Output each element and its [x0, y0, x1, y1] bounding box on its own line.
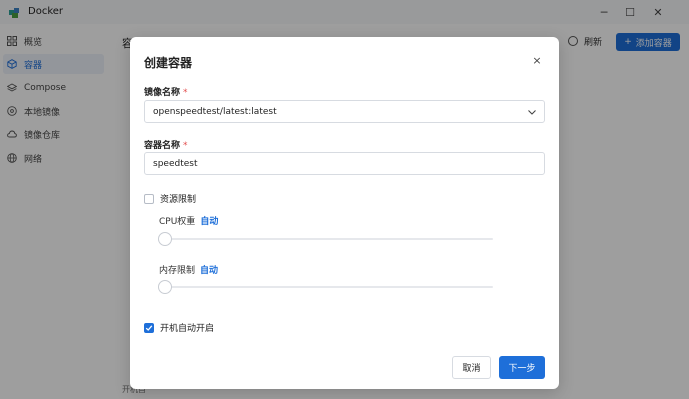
- required-mark: *: [183, 88, 188, 98]
- memory-limit-slider[interactable]: [160, 286, 493, 288]
- memory-limit-label-text: 内存限制: [159, 266, 196, 276]
- autostart-label: 开机自动开启: [160, 324, 215, 334]
- resource-limit-label: 资源限制: [160, 195, 197, 205]
- cpu-weight-label-text: CPU权重: [159, 217, 196, 227]
- dialog-title: 创建容器: [144, 56, 193, 70]
- resource-limit-checkbox-box[interactable]: [144, 193, 154, 204]
- cpu-weight-value: 自动: [200, 217, 219, 227]
- cancel-button[interactable]: 取消: [452, 356, 491, 379]
- cpu-weight-slider[interactable]: [160, 238, 493, 240]
- check-icon: [145, 324, 153, 331]
- cpu-weight-label: CPU权重 自动: [159, 214, 218, 227]
- image-name-label: 镜像名称 *: [144, 85, 188, 98]
- create-container-dialog: 创建容器 × 镜像名称 * openspeedtest/latest:latest…: [130, 37, 559, 389]
- memory-limit-label: 内存限制 自动: [159, 263, 218, 276]
- image-name-label-text: 镜像名称: [144, 88, 181, 98]
- memory-limit-slider-thumb[interactable]: [158, 280, 172, 294]
- image-name-value: openspeedtest/latest:latest: [153, 106, 277, 117]
- required-mark: *: [183, 141, 188, 151]
- resource-limit-checkbox[interactable]: 资源限制: [144, 192, 196, 205]
- autostart-checkbox[interactable]: 开机自动开启: [144, 321, 214, 334]
- memory-limit-value: 自动: [200, 266, 219, 276]
- image-name-select[interactable]: openspeedtest/latest:latest: [144, 100, 545, 123]
- close-icon[interactable]: ×: [531, 54, 543, 67]
- next-step-button[interactable]: 下一步: [499, 356, 545, 379]
- chevron-down-icon: [528, 110, 536, 115]
- autostart-checkbox-box[interactable]: [144, 322, 154, 333]
- container-name-input[interactable]: [144, 152, 545, 175]
- container-name-label-text: 容器名称: [144, 141, 181, 151]
- cpu-weight-slider-thumb[interactable]: [158, 232, 172, 246]
- container-name-label: 容器名称 *: [144, 138, 188, 151]
